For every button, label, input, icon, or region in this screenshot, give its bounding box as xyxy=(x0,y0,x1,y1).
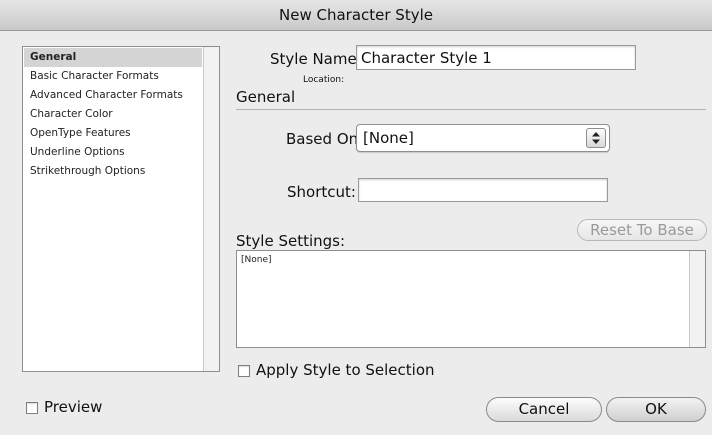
section-divider xyxy=(236,109,706,110)
category-item-opentype-features[interactable]: OpenType Features xyxy=(24,124,202,143)
shortcut-input[interactable] xyxy=(358,178,608,202)
apply-style-checkbox[interactable] xyxy=(238,365,250,377)
category-item-basic-character-formats[interactable]: Basic Character Formats xyxy=(24,67,202,86)
window-title: New Character Style xyxy=(0,0,712,31)
style-settings-box: [None] xyxy=(236,250,706,348)
preview-label[interactable]: Preview xyxy=(44,398,102,416)
category-item-underline-options[interactable]: Underline Options xyxy=(24,143,202,162)
chevron-updown-icon xyxy=(586,128,606,148)
based-on-select[interactable]: [None] xyxy=(356,124,610,152)
style-name-label: Style Name: xyxy=(270,50,362,68)
section-title: General xyxy=(236,88,296,106)
shortcut-label: Shortcut: xyxy=(287,183,356,201)
category-items: General Basic Character Formats Advanced… xyxy=(24,48,202,181)
location-label: Location: xyxy=(303,75,345,85)
category-list[interactable]: General Basic Character Formats Advanced… xyxy=(22,46,220,372)
ok-button[interactable]: OK xyxy=(606,397,706,422)
style-settings-text: [None] xyxy=(241,255,272,265)
category-item-advanced-character-formats[interactable]: Advanced Character Formats xyxy=(24,86,202,105)
category-item-character-color[interactable]: Character Color xyxy=(24,105,202,124)
new-character-style-dialog: New Character Style General Basic Charac… xyxy=(0,0,712,435)
category-item-general[interactable]: General xyxy=(24,48,202,67)
style-settings-label: Style Settings: xyxy=(236,232,346,250)
style-name-input[interactable] xyxy=(356,45,636,70)
based-on-label: Based On: xyxy=(286,130,364,148)
category-item-strikethrough-options[interactable]: Strikethrough Options xyxy=(24,162,202,181)
cancel-button[interactable]: Cancel xyxy=(486,397,602,422)
reset-to-base-button[interactable]: Reset To Base xyxy=(577,219,707,241)
apply-style-label[interactable]: Apply Style to Selection xyxy=(256,361,435,379)
preview-checkbox[interactable] xyxy=(26,402,38,414)
category-list-scrollbar[interactable] xyxy=(203,47,219,371)
style-settings-scrollbar[interactable] xyxy=(689,251,705,347)
based-on-value: [None] xyxy=(363,129,414,147)
